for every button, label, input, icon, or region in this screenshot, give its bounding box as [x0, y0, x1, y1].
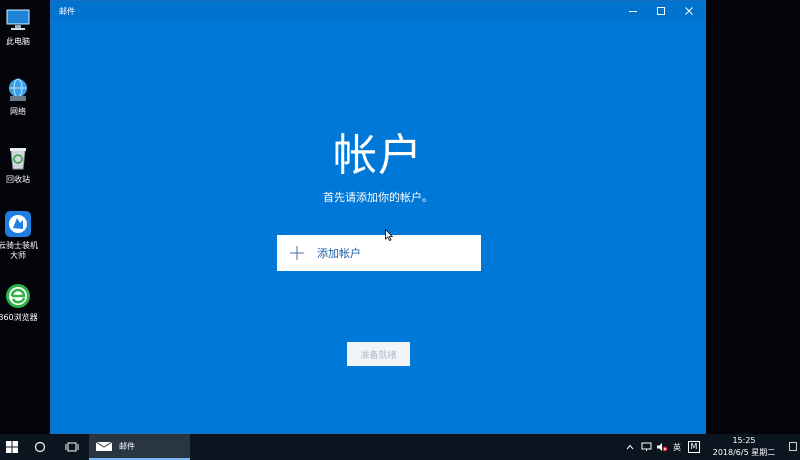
- recycle-bin-icon: [10, 148, 26, 170]
- windows-logo-icon: [6, 441, 18, 453]
- clock-date: 2018/6/5 星期二: [712, 448, 776, 457]
- network-icon: [9, 78, 27, 101]
- ime-language-label: 英: [673, 442, 681, 452]
- ready-button[interactable]: 准备就绪: [347, 342, 410, 366]
- desktop-icon-yunqishi[interactable]: 云骑士装机大师: [0, 210, 38, 261]
- ime-mode-label: M: [687, 441, 701, 453]
- mail-icon: [95, 441, 113, 451]
- ready-button-label: 准备就绪: [360, 350, 397, 361]
- tray-network-button[interactable]: [640, 434, 654, 460]
- cortana-circle-icon: [34, 441, 46, 453]
- computer-icon: [6, 9, 30, 30]
- desktop-icon-network[interactable]: 网络: [0, 76, 36, 117]
- desktop-icon-this-pc[interactable]: 此电脑: [0, 6, 36, 47]
- page-title: 帐户: [333, 130, 423, 181]
- window-titlebar[interactable]: 邮件: [51, 1, 705, 21]
- browser-360-icon: [6, 284, 30, 308]
- desktop-icon-label: 此电脑: [6, 37, 30, 46]
- page-subtitle: 首先请添加你的帐户。: [323, 191, 433, 204]
- desktop-icon-360-browser[interactable]: 360浏览器: [0, 282, 38, 323]
- task-view-icon: [65, 442, 79, 452]
- taskbar-app-label: 邮件: [119, 441, 135, 451]
- taskbar: 邮件 英 M 15:25 2018/6/5 星期二: [0, 434, 800, 460]
- close-icon: [685, 7, 693, 15]
- notification-icon: [789, 442, 797, 451]
- show-desktop-button[interactable]: [786, 434, 800, 460]
- taskbar-clock[interactable]: 15:25 2018/6/5 星期二: [706, 435, 782, 459]
- volume-muted-icon: [657, 443, 668, 452]
- mail-window: 邮件 帐户 首先请添加你的帐户。 添加帐户 准备就绪: [50, 0, 706, 434]
- maximize-button[interactable]: [647, 1, 675, 21]
- desktop-icon-label: 360浏览器: [0, 313, 38, 322]
- chevron-up-icon: [626, 444, 634, 450]
- close-button[interactable]: [675, 1, 703, 21]
- tray-overflow-button[interactable]: [624, 434, 636, 460]
- minimize-button[interactable]: [619, 1, 647, 21]
- desktop-icon-label: 云骑士装机大师: [0, 241, 38, 260]
- cortana-button[interactable]: [28, 434, 52, 460]
- plus-icon: [290, 246, 304, 260]
- ime-language-button[interactable]: 英: [670, 434, 684, 460]
- add-account-button[interactable]: 添加帐户: [277, 235, 481, 271]
- task-view-button[interactable]: [58, 434, 86, 460]
- ime-mode-button[interactable]: M: [687, 434, 701, 460]
- desktop-icon-label: 回收站: [6, 175, 30, 184]
- tray-volume-button[interactable]: [655, 434, 669, 460]
- yunqishi-app-icon: [5, 211, 31, 237]
- desktop: 此电脑 网络 回收站 云骑士装机大师 360浏览器 邮件 帐户 首先请添加你的帐…: [0, 0, 800, 434]
- clock-time: 15:25: [732, 436, 756, 445]
- start-button[interactable]: [0, 434, 24, 460]
- maximize-icon: [657, 7, 665, 15]
- minimize-icon: [629, 11, 637, 12]
- desktop-icon-label: 网络: [10, 107, 26, 116]
- mouse-cursor-icon: [385, 229, 393, 241]
- network-monitor-icon: [641, 442, 652, 451]
- taskbar-app-mail[interactable]: 邮件: [89, 434, 190, 460]
- desktop-icon-recycle-bin[interactable]: 回收站: [0, 144, 36, 185]
- window-title: 邮件: [59, 7, 75, 16]
- add-account-label: 添加帐户: [317, 247, 361, 260]
